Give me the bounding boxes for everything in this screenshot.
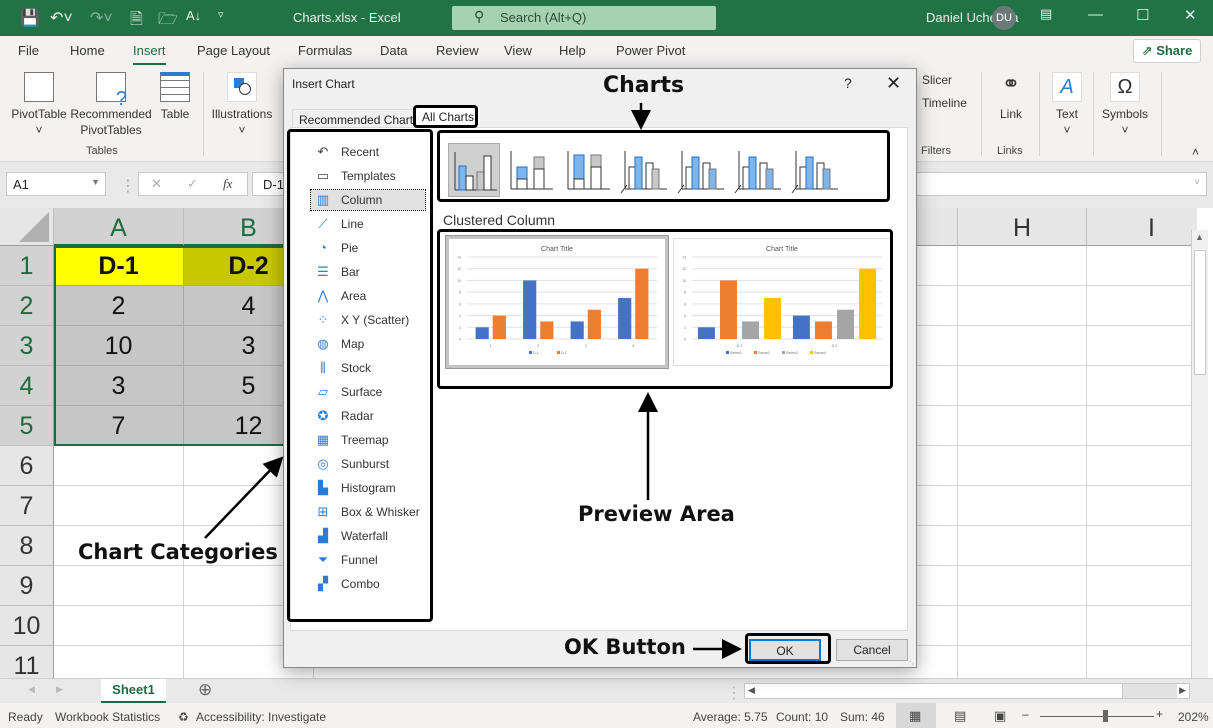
arrow-to-categories <box>204 456 284 539</box>
annotation-arrows <box>204 103 742 659</box>
